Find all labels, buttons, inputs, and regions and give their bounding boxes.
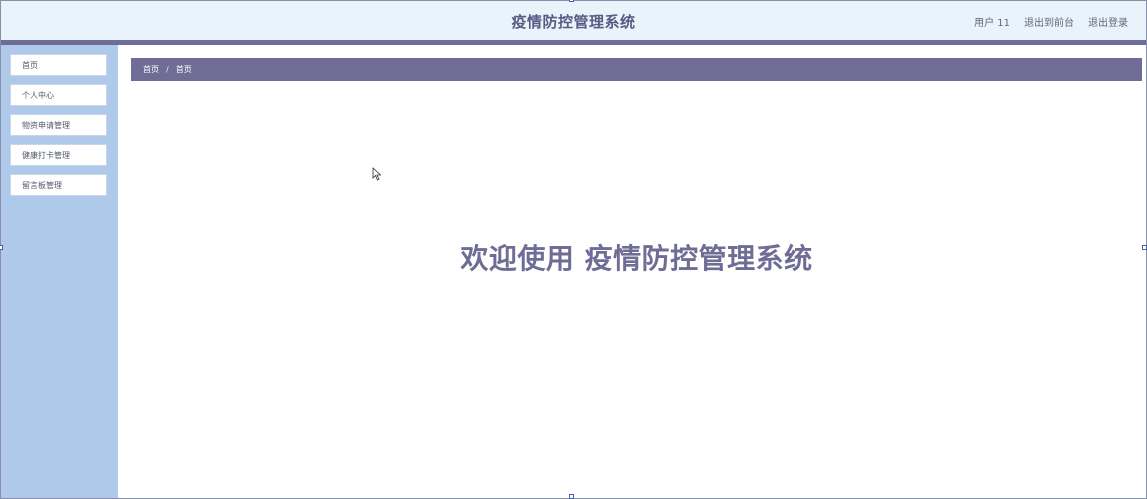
sidebar-item-home[interactable]: 首页 xyxy=(10,54,107,76)
exit-to-front-link[interactable]: 退出到前台 xyxy=(1024,14,1074,29)
resize-handle-top[interactable] xyxy=(569,0,574,2)
welcome-message: 欢迎使用 疫情防控管理系统 xyxy=(460,242,813,275)
sidebar-item-health-checkin[interactable]: 健康打卡管理 xyxy=(10,144,107,166)
resize-handle-right[interactable] xyxy=(1142,245,1147,250)
sidebar-item-personal-center[interactable]: 个人中心 xyxy=(10,84,107,106)
resize-handle-bottom[interactable] xyxy=(569,494,574,499)
app-window: 疫情防控管理系统 用户 11 退出到前台 退出登录 首页 个人中心 物资申请管理… xyxy=(0,0,1147,499)
sidebar: 首页 个人中心 物资申请管理 健康打卡管理 留言板管理 xyxy=(1,45,118,498)
sidebar-item-supply-requests[interactable]: 物资申请管理 xyxy=(10,114,107,136)
current-user-label: 用户 11 xyxy=(974,18,1010,29)
breadcrumb-current: 首页 xyxy=(175,65,192,74)
breadcrumb-separator: / xyxy=(166,65,169,74)
sidebar-menu: 首页 个人中心 物资申请管理 健康打卡管理 留言板管理 xyxy=(10,54,107,204)
logout-link[interactable]: 退出登录 xyxy=(1088,14,1128,29)
header-divider-bar xyxy=(1,40,1146,45)
breadcrumb: 首页 / 首页 xyxy=(131,58,1142,81)
sidebar-item-message-board[interactable]: 留言板管理 xyxy=(10,174,107,196)
mouse-cursor-icon xyxy=(372,167,382,181)
top-header: 疫情防控管理系统 用户 11 退出到前台 退出登录 xyxy=(1,1,1146,40)
header-actions: 用户 11 退出到前台 退出登录 xyxy=(974,14,1128,29)
breadcrumb-home[interactable]: 首页 xyxy=(143,64,159,75)
resize-handle-left[interactable] xyxy=(0,245,3,250)
